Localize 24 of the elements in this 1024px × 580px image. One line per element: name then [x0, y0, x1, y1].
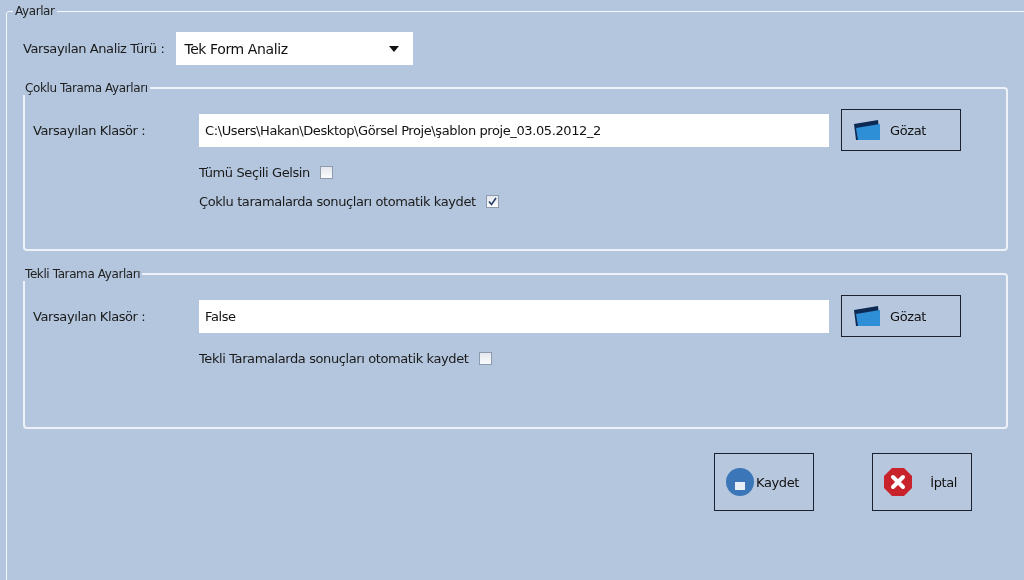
checkbox[interactable]	[485, 195, 499, 208]
disk-icon	[725, 467, 755, 497]
group-title: Çoklu Tarama Ayarları	[24, 81, 149, 95]
cancel-button[interactable]: İptal	[872, 453, 972, 511]
folder-icon	[852, 304, 882, 328]
folder-path-field[interactable]: False	[199, 299, 829, 333]
checkbox[interactable]	[319, 166, 333, 179]
checkbox[interactable]	[478, 352, 492, 365]
browse-button[interactable]: Gözat	[841, 109, 961, 151]
browse-button[interactable]: Gözat	[841, 295, 961, 337]
checkbox-label: Tekli Taramalarda sonuçları otomatik kaydet	[199, 351, 469, 366]
field-label: Varsayılan Klasör :	[33, 122, 147, 138]
checkbox-label: Çoklu taramalarda sonuçları otomatik kaydet	[199, 194, 476, 209]
save-button[interactable]: Kaydet	[714, 453, 814, 511]
folder-icon	[852, 118, 882, 142]
field-label: Varsayılan Analiz Türü :	[23, 41, 165, 56]
checkbox-label: Tümü Seçili Gelsin	[199, 165, 310, 180]
close-icon	[883, 467, 913, 497]
folder-path-field[interactable]: C:\Users\Hakan\Desktop\Görsel Proje\şablon proje_03.05.2012_2	[199, 113, 829, 147]
analysis-type-dropdown[interactable]: Tek Form Analiz	[176, 32, 414, 65]
group-title: Ayarlar	[14, 4, 56, 18]
field-label: Varsayılan Klasör :	[33, 308, 147, 324]
group-title: Tekli Tarama Ayarları	[24, 267, 142, 281]
caret-icon	[389, 45, 400, 52]
